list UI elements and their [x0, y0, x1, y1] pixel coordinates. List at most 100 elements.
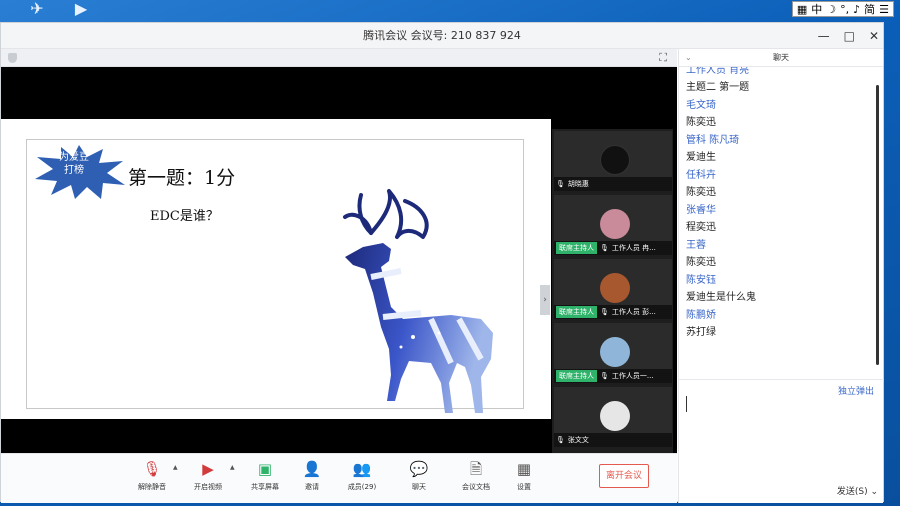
video-tile[interactable]: 🎙 张文文 [554, 387, 672, 447]
mic-muted-icon: 🎙 [142, 460, 162, 478]
watermark-text: 重庆大学图书馆 [780, 464, 878, 480]
invite-button[interactable]: 👤 邀请 [287, 460, 337, 492]
participant-name: 张文文 [567, 436, 589, 444]
starburst-text-2: 打榜 [64, 165, 84, 176]
ime-mode-label[interactable]: 中 [811, 1, 822, 17]
ime-grid-icon[interactable]: ▦ [797, 3, 807, 16]
chat-message: 张睿华 程奕迅 [686, 204, 877, 234]
text-caret [686, 396, 687, 412]
chat-text: 爱迪生 [686, 152, 716, 163]
chat-text: 爱迪生是什么鬼 [686, 292, 756, 303]
document-icon: 🗎 [469, 460, 483, 478]
mic-off-icon: 🎙 [556, 436, 565, 444]
settings-button[interactable]: ▦ 设置 [499, 460, 549, 492]
avatar [600, 273, 630, 303]
settings-grid-icon: ▦ [516, 460, 532, 478]
chat-header: ⌄ 聊天 [679, 49, 883, 67]
participant-name: 胡晓惠 [567, 180, 589, 188]
avatar [600, 401, 630, 431]
chat-text: 陈奕迅 [686, 187, 716, 198]
start-video-button[interactable]: ▶ 开启视频 [183, 460, 233, 492]
video-tile[interactable]: 联席主持人 🎙 工作人员 冉... [554, 195, 672, 255]
chat-sender: 管科 陈凡琦 [686, 135, 740, 146]
chat-sender: 工作人员 肖亮 [686, 67, 750, 76]
cohost-badge: 联席主持人 [556, 370, 597, 382]
cohost-badge: 联席主持人 [556, 306, 597, 318]
library-watermark: 重庆大学图书馆 [752, 460, 878, 482]
ime-moon-icon[interactable]: ☽ [826, 3, 836, 16]
chat-text: 陈奕迅 [686, 257, 716, 268]
chat-text: 苏打绿 [686, 327, 716, 338]
mic-icon: 🎙 [600, 372, 609, 380]
chat-sender: 毛文琦 [686, 100, 716, 111]
avatar [600, 337, 630, 367]
chat-sender: 陈鹏娇 [686, 310, 716, 321]
mic-icon: 🎙 [600, 308, 609, 316]
audio-options-caret-icon[interactable]: ▲ [173, 464, 178, 471]
chat-sender: 王蓉 [686, 240, 706, 251]
minimize-button[interactable]: — [818, 23, 830, 49]
chat-sender: 任科卉 [686, 170, 716, 181]
chat-text: 程奕迅 [686, 222, 716, 233]
chat-message: 王蓉 陈奕迅 [686, 239, 877, 269]
chat-input[interactable]: 独立弹出 发送(S) ⌄ [679, 379, 884, 503]
bird-app-icon[interactable]: ✈ [26, 0, 48, 18]
video-tile[interactable]: 联席主持人 🎙 工作人员 彭... [554, 259, 672, 319]
chat-button[interactable]: 💬 聊天 [394, 460, 444, 492]
participant-name: 工作人员 彭... [611, 308, 656, 316]
chat-sender: 陈安钰 [686, 275, 716, 286]
chat-message: 陈鹏娇 苏打绿 [686, 309, 877, 339]
ime-menu-icon[interactable]: ☰ [879, 3, 889, 16]
chat-scrollbar[interactable] [876, 85, 879, 365]
meeting-window: 腾讯会议 会议号: 210 837 924 — □ ✕ ⛶ 为爱豆 打榜 第一题… [0, 22, 884, 503]
avatar [600, 209, 630, 239]
cohost-badge: 联席主持人 [556, 242, 597, 254]
share-screen-button[interactable]: ▣ 共享屏幕 [240, 460, 290, 492]
leave-meeting-button[interactable]: 离开会议 [599, 464, 649, 488]
library-seal-icon [752, 460, 774, 482]
add-user-icon: 👤 [302, 460, 322, 478]
popout-chat-link[interactable]: 独立弹出 [838, 384, 874, 397]
chat-title: 聊天 [773, 53, 789, 62]
video-options-caret-icon[interactable]: ▲ [230, 464, 235, 471]
play-app-icon[interactable]: ▶ [70, 0, 92, 18]
send-button[interactable]: 发送(S) ⌄ [837, 484, 878, 497]
question-text: EDC是谁？ [150, 209, 219, 224]
starburst-text-1: 为爱豆 [59, 152, 89, 163]
chat-text: 主题二 第一题 [686, 82, 750, 93]
members-button[interactable]: 👥 成员(29) [337, 460, 387, 492]
title-bar: 腾讯会议 会议号: 210 837 924 — □ ✕ [1, 23, 883, 49]
question-title: 第一题：1分 [128, 167, 236, 189]
ime-toolbar[interactable]: ▦ 中 ☽ °, ♪ 简 ☰ [791, 1, 894, 17]
camera-off-icon: ▶ [202, 460, 214, 478]
deer-illustration [343, 189, 493, 413]
meeting-info-bar: ⛶ [1, 49, 677, 67]
chat-messages: 工作人员 肖亮 主题二 第一题 毛文琦 陈奕迅 管科 陈凡琦 爱迪生 任科卉 陈… [679, 67, 877, 385]
mic-off-icon: 🎙 [556, 180, 565, 188]
meeting-docs-button[interactable]: 🗎 会议文档 [451, 460, 501, 492]
ime-script-label[interactable]: 简 [864, 1, 875, 17]
chat-message: 管科 陈凡琦 爱迪生 [686, 134, 877, 164]
shield-icon[interactable] [8, 53, 17, 63]
video-tile[interactable]: 🎙 胡晓惠 [554, 131, 672, 191]
maximize-button[interactable]: □ [844, 23, 855, 49]
chevron-down-icon[interactable]: ⌄ [685, 49, 692, 67]
shared-slide: 为爱豆 打榜 第一题：1分 EDC是谁？ [1, 119, 551, 419]
unmute-button[interactable]: 🎙 解除静音 [127, 460, 177, 492]
ime-sound-icon[interactable]: ♪ [853, 3, 860, 16]
video-tile[interactable]: 联席主持人 🎙 工作人员一... [554, 323, 672, 383]
fullscreen-icon[interactable]: ⛶ [659, 51, 667, 65]
participant-name: 工作人员 冉... [611, 244, 656, 252]
collapse-gallery-button[interactable]: › [540, 285, 550, 315]
members-icon: 👥 [352, 460, 372, 478]
close-button[interactable]: ✕ [869, 23, 879, 49]
video-gallery: 🎙 胡晓惠 联席主持人 🎙 工作人员 冉... 联席主持人 🎙 工作人员 彭..… [552, 129, 673, 469]
window-title: 腾讯会议 会议号: 210 837 924 [363, 29, 521, 42]
ime-punct-icon[interactable]: °, [840, 3, 849, 16]
chat-message: 任科卉 陈奕迅 [686, 169, 877, 199]
chat-sender: 张睿华 [686, 205, 716, 216]
chat-icon: 💬 [409, 460, 429, 478]
chat-panel: ⌄ 聊天 工作人员 肖亮 主题二 第一题 毛文琦 陈奕迅 管科 陈凡琦 爱迪生 … [678, 49, 884, 503]
chat-text: 陈奕迅 [686, 117, 716, 128]
avatar [600, 145, 630, 175]
